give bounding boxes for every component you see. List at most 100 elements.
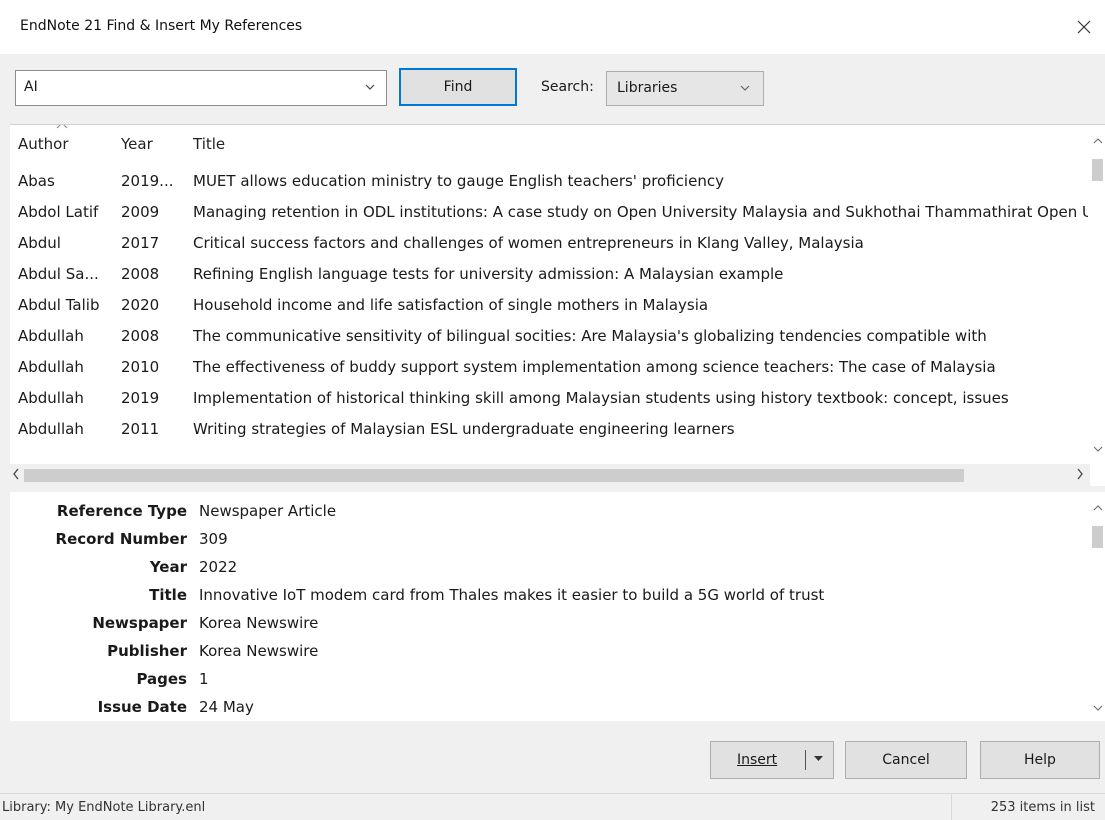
chevron-down-icon bbox=[1093, 446, 1102, 452]
detail-value: 2022 bbox=[199, 558, 238, 576]
table-row[interactable]: Abdul Talib 2020 Household income and li… bbox=[10, 291, 1090, 322]
cell-title: Managing retention in ODL institutions: … bbox=[193, 203, 1088, 221]
scroll-thumb[interactable] bbox=[24, 469, 964, 482]
table-row[interactable]: Abdul 2017 Critical success factors and … bbox=[10, 229, 1090, 260]
cell-author: Abdullah bbox=[18, 358, 84, 376]
cell-year: 2019 bbox=[121, 389, 160, 407]
preview-vertical-scrollbar[interactable] bbox=[1090, 492, 1105, 721]
detail-label: Issue Date bbox=[97, 698, 187, 716]
cell-year: 2019... bbox=[121, 172, 174, 190]
chevron-right-icon[interactable] bbox=[1076, 468, 1084, 480]
split-button-divider bbox=[805, 750, 806, 770]
column-header-year[interactable]: Year bbox=[121, 135, 153, 153]
reference-list[interactable]: Author Year Title Abas 2019... MUET allo… bbox=[10, 124, 1105, 486]
column-header-author[interactable]: Author bbox=[18, 135, 69, 153]
scroll-down-button[interactable] bbox=[1092, 443, 1103, 454]
detail-label: Reference Type bbox=[56, 502, 187, 520]
table-row[interactable]: Abdullah 2019 Implementation of historic… bbox=[10, 384, 1090, 415]
list-header: Author Year Title bbox=[10, 125, 1090, 157]
cell-author: Abdullah bbox=[18, 327, 84, 345]
cell-title: Household income and life satisfaction o… bbox=[193, 296, 709, 314]
cell-author: Abdullah bbox=[18, 389, 84, 407]
cell-year: 2008 bbox=[121, 327, 160, 345]
cell-year: 2017 bbox=[121, 234, 160, 252]
detail-value: 1 bbox=[199, 670, 209, 688]
detail-label: Pages bbox=[136, 670, 187, 688]
table-row[interactable]: Abdul Sa... 2008 Refining English langua… bbox=[10, 260, 1090, 291]
scroll-up-button[interactable] bbox=[1092, 135, 1103, 146]
table-row[interactable]: Abdullah 2008 The communicative sensitiv… bbox=[10, 322, 1090, 353]
cell-title: Writing strategies of Malaysian ESL unde… bbox=[193, 420, 735, 438]
detail-field: Newspaper Korea Newswire bbox=[10, 611, 1080, 636]
search-scope-label: Search: bbox=[541, 79, 594, 95]
search-query-value[interactable]: AI bbox=[24, 79, 38, 95]
cell-year: 2008 bbox=[121, 265, 160, 283]
search-toolbar: AI Find Search: Libraries bbox=[0, 54, 1105, 124]
chevron-down-icon bbox=[740, 85, 750, 91]
cell-year: 2010 bbox=[121, 358, 160, 376]
find-button[interactable]: Find bbox=[399, 68, 517, 106]
scroll-up-button[interactable] bbox=[1092, 502, 1103, 513]
detail-field: Record Number 309 bbox=[10, 527, 1080, 552]
scroll-thumb[interactable] bbox=[1092, 159, 1103, 181]
insert-button[interactable]: Insert bbox=[710, 741, 834, 779]
cancel-button[interactable]: Cancel bbox=[845, 741, 967, 779]
detail-field: Publisher Korea Newswire bbox=[10, 639, 1080, 664]
chevron-down-icon bbox=[1093, 705, 1102, 711]
search-scope-select[interactable]: Libraries bbox=[606, 71, 764, 106]
detail-value: Korea Newswire bbox=[199, 642, 319, 660]
detail-field: Issue Date 24 May bbox=[10, 695, 1080, 720]
detail-label: Publisher bbox=[107, 642, 187, 660]
detail-field: Year 2022 bbox=[10, 555, 1080, 580]
status-library: Library: My EndNote Library.enl bbox=[2, 800, 206, 815]
status-divider bbox=[951, 794, 952, 820]
scroll-thumb[interactable] bbox=[1092, 526, 1103, 548]
table-row[interactable]: Abas 2019... MUET allows education minis… bbox=[10, 167, 1090, 198]
column-header-title[interactable]: Title bbox=[193, 135, 225, 153]
sort-ascending-icon bbox=[56, 125, 68, 129]
find-insert-dialog: EndNote 21 Find & Insert My References A… bbox=[0, 0, 1105, 820]
detail-field: Pages 1 bbox=[10, 667, 1080, 692]
close-icon bbox=[1077, 20, 1091, 34]
cell-year: 2009 bbox=[121, 203, 160, 221]
status-item-count: 253 items in list bbox=[990, 800, 1095, 815]
chevron-up-icon bbox=[1093, 137, 1102, 143]
chevron-left-icon[interactable] bbox=[12, 468, 20, 480]
scroll-down-button[interactable] bbox=[1092, 702, 1103, 713]
table-row[interactable]: Abdullah 2011 Writing strategies of Mala… bbox=[10, 415, 1090, 446]
reference-preview: Reference Type Newspaper Article Record … bbox=[10, 492, 1105, 721]
detail-label: Year bbox=[149, 558, 187, 576]
list-vertical-scrollbar[interactable] bbox=[1090, 125, 1105, 465]
table-row[interactable]: Abdullah 2010 The effectiveness of buddy… bbox=[10, 353, 1090, 384]
detail-label: Newspaper bbox=[92, 614, 187, 632]
search-query-combobox[interactable]: AI bbox=[15, 70, 387, 106]
status-bar: Library: My EndNote Library.enl 253 item… bbox=[0, 793, 1105, 820]
detail-label: Title bbox=[149, 586, 187, 604]
window-title: EndNote 21 Find & Insert My References bbox=[20, 18, 303, 34]
cell-year: 2011 bbox=[121, 420, 160, 438]
search-scope-value: Libraries bbox=[617, 80, 678, 96]
detail-field: Reference Type Newspaper Article bbox=[10, 499, 1080, 524]
cell-title: Implementation of historical thinking sk… bbox=[193, 389, 1009, 407]
list-horizontal-scrollbar[interactable] bbox=[10, 464, 1090, 486]
close-button[interactable] bbox=[1069, 12, 1099, 42]
cell-author: Abdullah bbox=[18, 420, 84, 438]
detail-value: 24 May bbox=[199, 698, 254, 716]
cell-year: 2020 bbox=[121, 296, 160, 314]
title-bar: EndNote 21 Find & Insert My References bbox=[0, 0, 1105, 54]
detail-value: Newspaper Article bbox=[199, 502, 337, 520]
cell-title: The effectiveness of buddy support syste… bbox=[193, 358, 996, 376]
chevron-down-icon[interactable] bbox=[364, 81, 376, 93]
cell-author: Abdol Latif bbox=[18, 203, 99, 221]
caret-down-icon[interactable] bbox=[814, 756, 823, 762]
cell-author: Abdul Talib bbox=[18, 296, 100, 314]
table-row[interactable]: Abdol Latif 2009 Managing retention in O… bbox=[10, 198, 1090, 229]
detail-value: 309 bbox=[199, 530, 228, 548]
detail-value: Innovative IoT modem card from Thales ma… bbox=[199, 586, 825, 604]
detail-label: Record Number bbox=[55, 530, 187, 548]
cell-title: Refining English language tests for univ… bbox=[193, 265, 784, 283]
cell-title: The communicative sensitivity of bilingu… bbox=[193, 327, 987, 345]
insert-button-label[interactable]: Insert bbox=[737, 752, 777, 768]
help-button[interactable]: Help bbox=[980, 741, 1100, 779]
cell-author: Abas bbox=[18, 172, 55, 190]
